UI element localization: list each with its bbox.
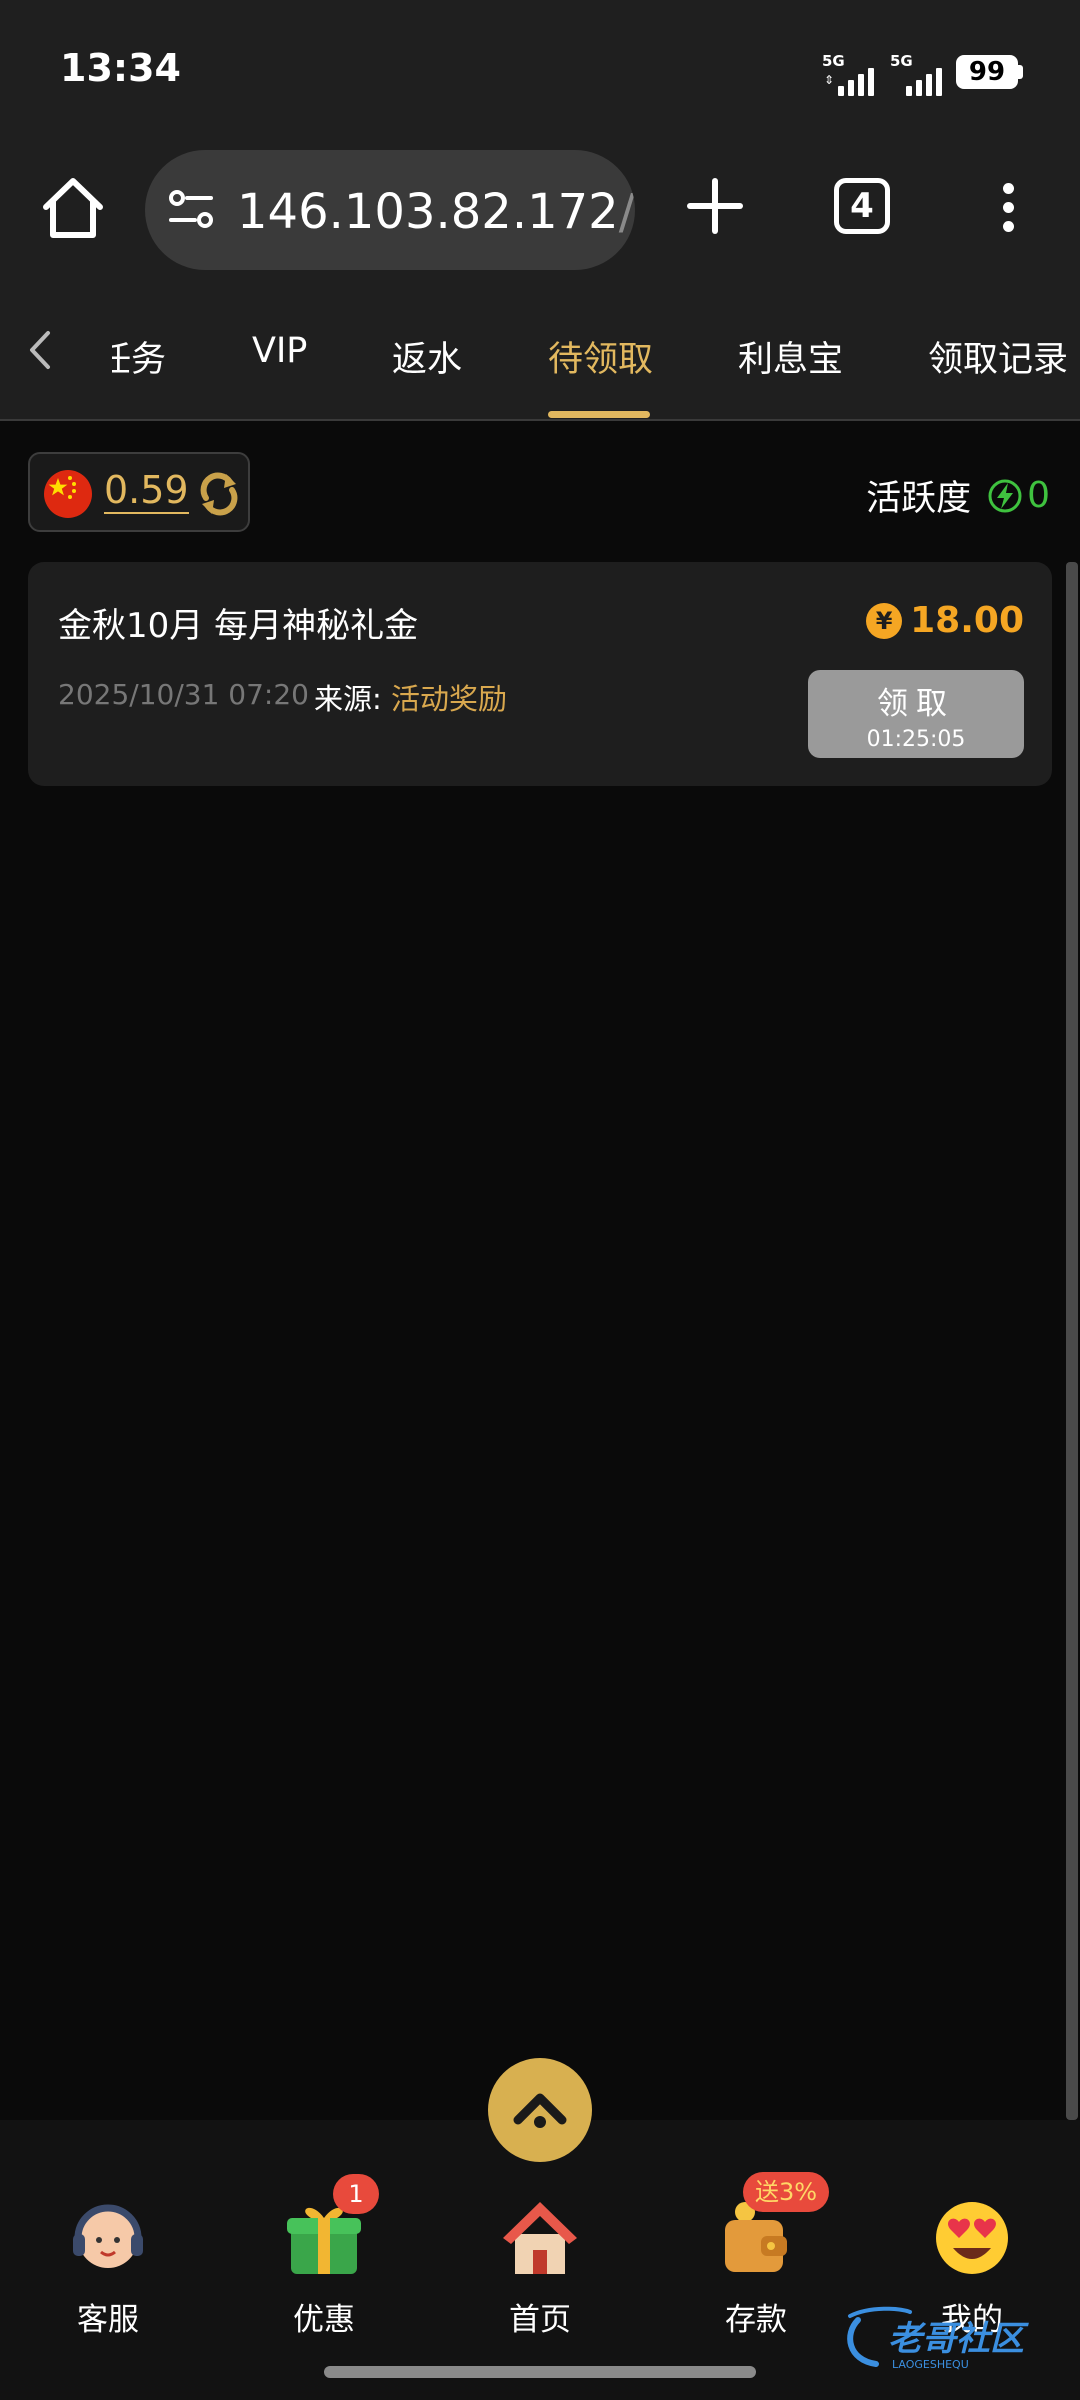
heart-eyes-emoji-icon bbox=[936, 2202, 1008, 2274]
tune-icon[interactable] bbox=[167, 188, 215, 232]
home-icon[interactable] bbox=[38, 173, 108, 243]
nav-support[interactable]: 客服 bbox=[28, 2194, 188, 2344]
china-flag-icon bbox=[44, 470, 92, 518]
nav-deposit[interactable]: 送3% 存款 bbox=[676, 2172, 836, 2344]
address-bar[interactable]: 146.103.82.172/h bbox=[145, 150, 635, 270]
scrollbar[interactable] bbox=[1066, 562, 1078, 2120]
claim-countdown: 01:25:05 bbox=[866, 727, 966, 752]
tabs-icon[interactable]: 4 bbox=[834, 178, 890, 234]
svg-text:LAOGESHEQU: LAOGESHEQU bbox=[892, 2358, 969, 2371]
scroll-to-top-button[interactable] bbox=[488, 2058, 592, 2162]
balance-value: 0.59 bbox=[104, 468, 189, 514]
plus-icon[interactable] bbox=[684, 175, 746, 237]
claim-button[interactable]: 领取 01:25:05 bbox=[808, 670, 1024, 758]
balance-pill: 0.59 bbox=[28, 452, 250, 532]
nav-promotions[interactable]: 1 优惠 bbox=[244, 2174, 404, 2344]
battery-icon: 99 bbox=[956, 55, 1018, 89]
url-text[interactable]: 146.103.82.172/h bbox=[237, 184, 635, 240]
nav-label: 首页 bbox=[509, 2302, 571, 2338]
reward-source: 来源: 活动奖励 bbox=[314, 682, 508, 716]
home-indicator[interactable] bbox=[324, 2366, 756, 2378]
reward-card: 金秋10月 每月神秘礼金 ¥ 18.00 2025/10/31 07:20 来源… bbox=[28, 562, 1052, 786]
tab-navigation: 任务 VIP 返水 待领取 利息宝 领取记录 bbox=[0, 275, 1080, 421]
reward-title: 金秋10月 每月神秘礼金 bbox=[58, 606, 419, 646]
nav-label: 客服 bbox=[77, 2302, 139, 2338]
coin-icon: ¥ bbox=[866, 602, 903, 639]
tab-claim-history[interactable]: 领取记录 bbox=[928, 331, 1068, 382]
status-bar: 13:34 5G ⇕ 5G 99 bbox=[0, 0, 1080, 145]
tab-pending[interactable]: 待领取 bbox=[548, 331, 653, 382]
more-vert-icon[interactable] bbox=[998, 183, 1018, 233]
battery-tip bbox=[1018, 65, 1023, 79]
house-icon bbox=[503, 2202, 577, 2274]
watermark-logo: 老哥社区 LAOGESHEQU bbox=[847, 2306, 1029, 2371]
activity-score: 活跃度 0 bbox=[866, 470, 1050, 521]
lightning-icon bbox=[988, 479, 1022, 512]
tab-tasks[interactable]: 任务 bbox=[112, 331, 166, 382]
tab-vip[interactable]: VIP bbox=[252, 331, 307, 371]
nav-home[interactable]: 首页 bbox=[460, 2194, 620, 2344]
status-time: 13:34 bbox=[60, 46, 181, 90]
reward-date: 2025/10/31 07:20 bbox=[58, 678, 309, 711]
activity-value: 0 bbox=[1027, 475, 1050, 516]
reward-amount-value: 18.00 bbox=[910, 600, 1024, 641]
claim-label: 领取 bbox=[877, 686, 955, 722]
refresh-icon[interactable] bbox=[196, 468, 242, 518]
nav-label: 优惠 bbox=[293, 2302, 355, 2338]
svg-text:老哥社区: 老哥社区 bbox=[888, 2319, 1029, 2359]
chevron-up-icon bbox=[513, 2093, 567, 2128]
active-tab-indicator bbox=[548, 411, 650, 418]
support-agent-icon bbox=[73, 2204, 143, 2268]
nav-label: 存款 bbox=[725, 2302, 787, 2338]
chevron-left-icon[interactable] bbox=[20, 325, 60, 375]
deposit-promo-badge: 送3% bbox=[743, 2172, 829, 2212]
activity-label: 活跃度 bbox=[866, 479, 972, 519]
promotions-badge: 1 bbox=[333, 2174, 379, 2214]
tab-rebate[interactable]: 返水 bbox=[392, 331, 462, 382]
reward-amount: ¥ 18.00 bbox=[866, 600, 1024, 641]
browser-toolbar: 146.103.82.172/h 4 bbox=[0, 145, 1080, 275]
tab-interest[interactable]: 利息宝 bbox=[738, 331, 843, 382]
